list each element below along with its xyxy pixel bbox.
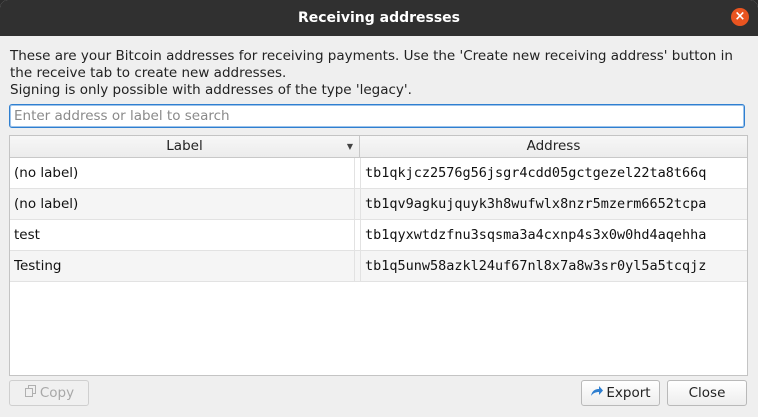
copy-icon xyxy=(24,381,38,405)
search-input[interactable] xyxy=(10,105,734,127)
window-title: Receiving addresses xyxy=(297,10,461,26)
description-line-3: Signing is only possible with addresses … xyxy=(10,82,412,98)
table-row[interactable]: Testing tb1q5unw58azkl24uf67nl8x7a8w3sr0… xyxy=(10,251,747,282)
row-label: (no label) xyxy=(14,189,355,219)
sort-down-icon: ▼ xyxy=(346,142,353,151)
row-label: test xyxy=(14,220,355,250)
close-button-label: Close xyxy=(688,385,726,401)
copy-button[interactable]: Copy xyxy=(9,380,89,406)
description: These are your Bitcoin addresses for rec… xyxy=(10,48,750,99)
window-close-button[interactable]: × xyxy=(731,8,749,26)
export-button[interactable]: Export xyxy=(581,380,660,406)
row-address: tb1q5unw58azkl24uf67nl8x7a8w3sr0yl5a5tcq… xyxy=(360,251,744,281)
table-row[interactable]: (no label) tb1qv9agkujquyk3h8wufwlx8nzr5… xyxy=(10,189,747,220)
row-label: (no label) xyxy=(14,158,355,188)
column-header-address[interactable]: Address xyxy=(360,136,747,157)
export-button-label: Export xyxy=(606,385,651,401)
column-header-label-text: Label xyxy=(166,138,203,154)
table-row[interactable]: (no label) tb1qkjcz2576g56jsgr4cdd05gctg… xyxy=(10,158,747,189)
title-bar: Receiving addresses × xyxy=(0,0,758,36)
table-row[interactable]: test tb1qyxwtdzfnu3sqsma3a4cxnp4s3x0w0hd… xyxy=(10,220,747,251)
search-box xyxy=(9,104,745,128)
export-icon xyxy=(590,381,604,405)
receiving-addresses-dialog: Receiving addresses × These are your Bit… xyxy=(0,0,758,417)
row-address: tb1qyxwtdzfnu3sqsma3a4cxnp4s3x0w0hd4aqeh… xyxy=(360,220,744,250)
description-line-1: These are your Bitcoin addresses for rec… xyxy=(10,48,733,64)
copy-button-label: Copy xyxy=(39,385,75,401)
dialog-content: These are your Bitcoin addresses for rec… xyxy=(0,36,758,417)
column-header-label[interactable]: Label ▼ xyxy=(10,136,360,157)
description-line-2: the receive tab to create new addresses. xyxy=(10,65,287,81)
row-label: Testing xyxy=(14,251,355,281)
close-button[interactable]: Close xyxy=(667,380,747,406)
row-address: tb1qkjcz2576g56jsgr4cdd05gctgezel22ta8t6… xyxy=(360,158,744,188)
table-header: Label ▼ Address xyxy=(10,136,747,158)
column-header-address-text: Address xyxy=(526,138,581,154)
row-address: tb1qv9agkujquyk3h8wufwlx8nzr5mzerm6652tc… xyxy=(360,189,744,219)
address-table[interactable]: Label ▼ Address (no label) tb1qkjcz2576g… xyxy=(9,135,748,376)
